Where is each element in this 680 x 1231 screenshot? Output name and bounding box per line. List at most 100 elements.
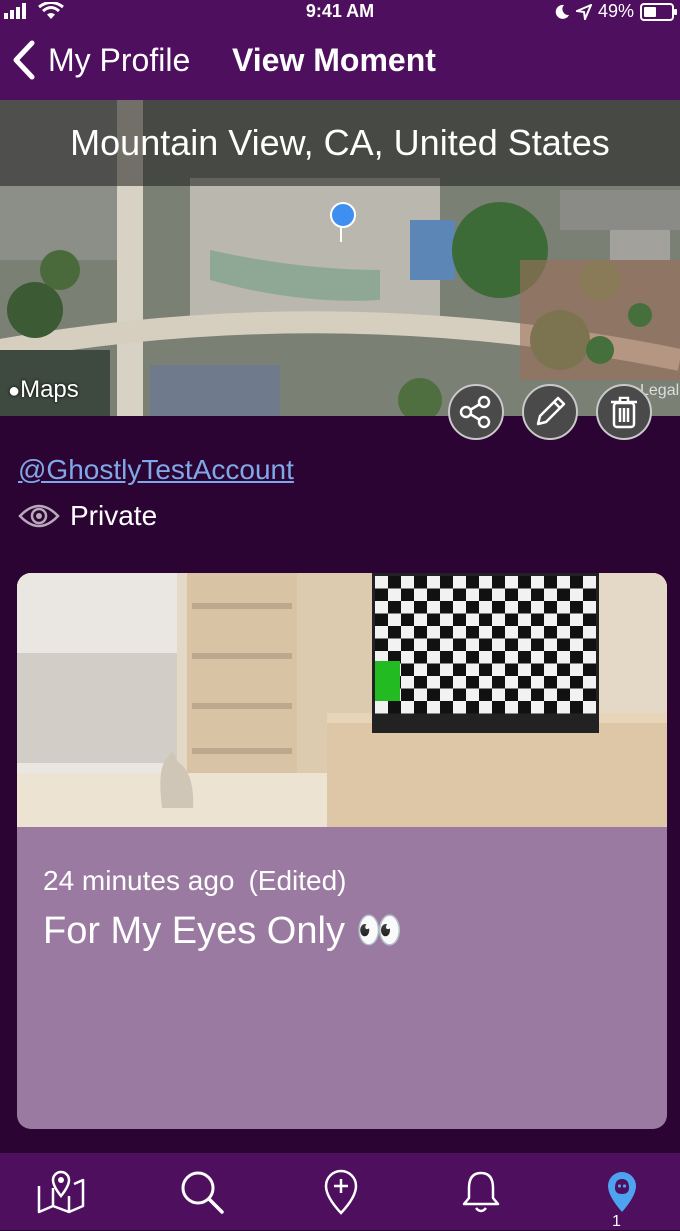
checker-square (583, 613, 596, 626)
checker-square (440, 663, 453, 676)
pencil-icon (536, 396, 566, 426)
maps-attribution: ●Maps (8, 376, 79, 404)
checker-square (583, 651, 596, 664)
share-button[interactable] (448, 384, 504, 440)
checker-square (440, 588, 453, 601)
checker-square (466, 663, 479, 676)
checker-square (414, 601, 427, 614)
edit-button[interactable] (522, 384, 578, 440)
checker-square (544, 651, 557, 664)
checker-square (388, 613, 401, 626)
checker-square (466, 651, 479, 664)
checker-square (583, 626, 596, 639)
checker-square (427, 688, 440, 701)
checker-square (427, 663, 440, 676)
checker-square (544, 676, 557, 689)
checker-square (479, 676, 492, 689)
checker-square (414, 588, 427, 601)
back-label: My Profile (48, 41, 191, 78)
checker-square (570, 613, 583, 626)
checker-square (388, 588, 401, 601)
checker-square (440, 638, 453, 651)
checker-square (531, 601, 544, 614)
trash-icon (611, 396, 637, 429)
tab-map[interactable] (33, 1167, 89, 1217)
tab-search[interactable] (174, 1167, 230, 1217)
checker-square (453, 626, 466, 639)
checker-square (388, 576, 401, 589)
profile-tab-badge: 1 (612, 1213, 621, 1230)
checker-square (583, 701, 596, 714)
tab-profile[interactable] (594, 1167, 650, 1217)
battery-percent: 49% (597, 1, 634, 21)
checker-square (401, 651, 414, 664)
checker-square (427, 626, 440, 639)
checker-square (570, 588, 583, 601)
checker-square (492, 663, 505, 676)
checker-square (453, 688, 466, 701)
checker-square (557, 688, 570, 701)
checker-square (466, 688, 479, 701)
room-photo-image (17, 573, 667, 827)
tab-add-moment[interactable] (313, 1167, 369, 1217)
checker-square (570, 601, 583, 614)
search-icon (181, 1171, 224, 1214)
checker-square (505, 688, 518, 701)
apple-logo-icon: ● (8, 380, 21, 402)
checker-square (505, 626, 518, 639)
checker-square (453, 576, 466, 589)
checker-square (401, 638, 414, 651)
maps-attribution-label: Maps (20, 376, 79, 403)
checker-square (492, 701, 505, 714)
checker-square (518, 701, 531, 714)
visibility-status: Private (18, 500, 157, 532)
checker-square (453, 613, 466, 626)
checker-square (557, 638, 570, 651)
checker-square (453, 676, 466, 689)
checker-square (544, 588, 557, 601)
checker-square (479, 601, 492, 614)
checker-square (570, 576, 583, 589)
checker-square (518, 576, 531, 589)
checker-square (401, 626, 414, 639)
checker-square (466, 626, 479, 639)
checker-square (440, 576, 453, 589)
map-icon (37, 1170, 85, 1214)
location-map[interactable]: Mountain View, CA, United States ●Maps L… (0, 100, 680, 416)
checker-square (583, 576, 596, 589)
tab-notifications[interactable] (453, 1167, 509, 1217)
back-button[interactable]: My Profile (12, 40, 190, 80)
checker-square (375, 588, 388, 601)
checker-square (505, 651, 518, 664)
checker-square (414, 638, 427, 651)
checker-square (492, 676, 505, 689)
checker-square (531, 626, 544, 639)
page-title: View Moment (232, 42, 436, 78)
profile-pin-icon (608, 1172, 636, 1212)
checker-square (414, 663, 427, 676)
checker-square (518, 688, 531, 701)
checker-square (440, 651, 453, 664)
checker-square (414, 676, 427, 689)
checker-square (505, 576, 518, 589)
checker-square (466, 638, 479, 651)
checker-square (375, 576, 388, 589)
checker-square (466, 613, 479, 626)
tv-checkerboard (375, 576, 596, 714)
delete-button[interactable] (596, 384, 652, 440)
checker-square (427, 588, 440, 601)
tab-bar: 1 (0, 1153, 680, 1230)
checker-square (401, 588, 414, 601)
checker-square (570, 701, 583, 714)
checker-square (375, 601, 388, 614)
checker-square (414, 688, 427, 701)
time-ago: 24 minutes ago (43, 865, 235, 896)
checker-square (505, 676, 518, 689)
checker-square (518, 613, 531, 626)
checker-square (570, 626, 583, 639)
username-link[interactable]: @GhostlyTestAccount (18, 454, 294, 486)
moment-photo[interactable] (17, 573, 667, 827)
checker-square (583, 663, 596, 676)
checker-square (505, 701, 518, 714)
checker-square (531, 676, 544, 689)
